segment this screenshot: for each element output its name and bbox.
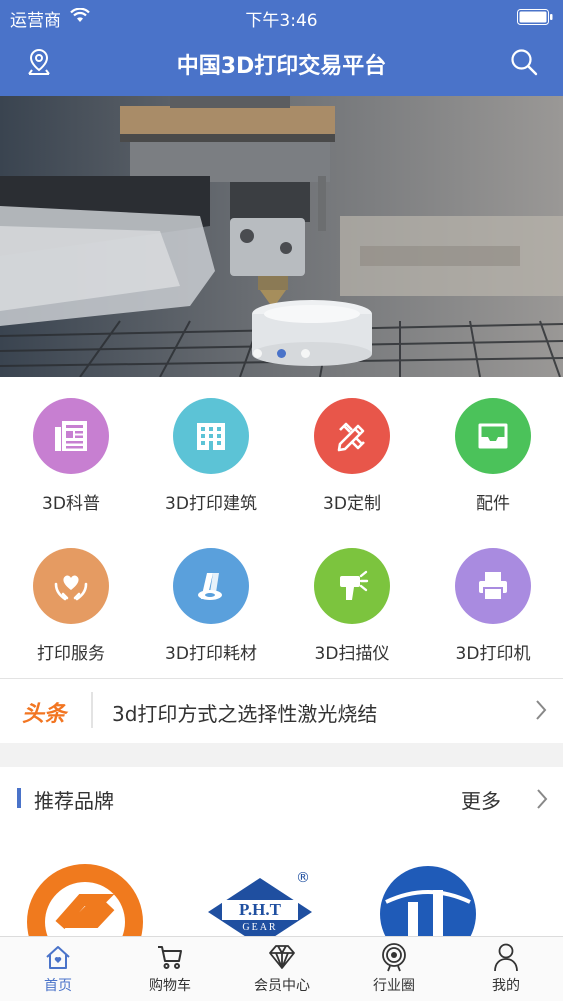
pencil-ruler-icon xyxy=(314,398,390,474)
category-label: 3D打印建筑 xyxy=(165,494,257,514)
newspaper-icon xyxy=(33,398,109,474)
category-3d-printer[interactable]: 3D打印机 xyxy=(423,548,563,664)
category-label: 打印服务 xyxy=(37,644,105,664)
headline-text: 3d打印方式之选择性激光烧结 xyxy=(112,702,378,726)
banner-image xyxy=(0,96,563,377)
category-3d-custom[interactable]: 3D定制 xyxy=(282,398,422,514)
tab-label: 首页 xyxy=(44,978,72,994)
category-label: 3D打印耗材 xyxy=(165,644,257,664)
printer-icon xyxy=(455,548,531,624)
battery-icon xyxy=(517,9,553,25)
chevron-right-icon xyxy=(537,789,548,809)
diamond-icon xyxy=(269,945,295,969)
pht-sub-label: GEAR xyxy=(242,922,278,933)
building-icon xyxy=(173,398,249,474)
headline-tag: 头条 xyxy=(22,702,67,727)
tab-industry-circle[interactable]: 行业圈 xyxy=(338,937,450,1001)
category-label: 3D打印机 xyxy=(455,644,531,664)
heart-hands-icon xyxy=(33,548,109,624)
tab-label: 购物车 xyxy=(149,978,191,994)
inbox-tray-icon xyxy=(455,398,531,474)
category-label: 3D定制 xyxy=(323,494,381,514)
registered-mark: ® xyxy=(296,870,310,886)
brand-logo-1[interactable] xyxy=(20,850,150,936)
filament-rolls-icon xyxy=(173,548,249,624)
category-3d-science[interactable]: 3D科普 xyxy=(1,398,141,514)
target-icon xyxy=(382,943,406,972)
section-title: 推荐品牌 xyxy=(34,789,114,813)
more-link[interactable]: 更多 xyxy=(455,780,555,816)
headline-row[interactable]: 头条 3d打印方式之选择性激光烧结 xyxy=(0,679,563,743)
category-label: 3D科普 xyxy=(42,494,100,514)
tab-label: 会员中心 xyxy=(254,978,310,994)
category-parts[interactable]: 配件 xyxy=(423,398,563,514)
brand-logo-pht[interactable]: P.H.T GEAR ® xyxy=(200,870,320,936)
cart-icon xyxy=(158,946,182,969)
tab-member-center[interactable]: 会员中心 xyxy=(226,937,338,1001)
pht-label: P.H.T xyxy=(239,900,281,919)
page-title: 中国3D打印交易平台 xyxy=(176,54,387,79)
category-3d-building[interactable]: 3D打印建筑 xyxy=(141,398,281,514)
brand-logo-3[interactable] xyxy=(378,862,478,936)
category-3d-scanner[interactable]: 3D扫描仪 xyxy=(282,548,422,664)
carousel-dot-1[interactable] xyxy=(253,349,262,358)
carousel-dot-3[interactable] xyxy=(301,349,310,358)
category-label: 3D扫描仪 xyxy=(314,644,390,664)
chevron-right-icon xyxy=(536,700,547,720)
headline-divider xyxy=(91,692,93,728)
category-print-service[interactable]: 打印服务 xyxy=(1,548,141,664)
tab-mine[interactable]: 我的 xyxy=(450,937,562,1001)
carousel-dot-2[interactable] xyxy=(277,349,286,358)
tab-label: 行业圈 xyxy=(373,978,415,994)
section-gap xyxy=(0,743,563,767)
tab-label: 我的 xyxy=(492,978,520,994)
more-label: 更多 xyxy=(461,789,501,813)
status-time: 下午3:46 xyxy=(245,11,318,31)
search-icon[interactable] xyxy=(510,48,538,76)
tab-bar: 首页 购物车 会员中心 行业圈 我的 xyxy=(0,936,563,1001)
banner-carousel[interactable] xyxy=(0,96,563,377)
tab-home[interactable]: 首页 xyxy=(2,937,114,1001)
tab-cart[interactable]: 购物车 xyxy=(114,937,226,1001)
scanner-icon xyxy=(314,548,390,624)
person-icon xyxy=(494,943,518,972)
category-materials[interactable]: 3D打印耗材 xyxy=(141,548,281,664)
home-icon xyxy=(46,946,70,969)
section-accent-bar xyxy=(17,788,21,808)
category-label: 配件 xyxy=(476,494,510,514)
